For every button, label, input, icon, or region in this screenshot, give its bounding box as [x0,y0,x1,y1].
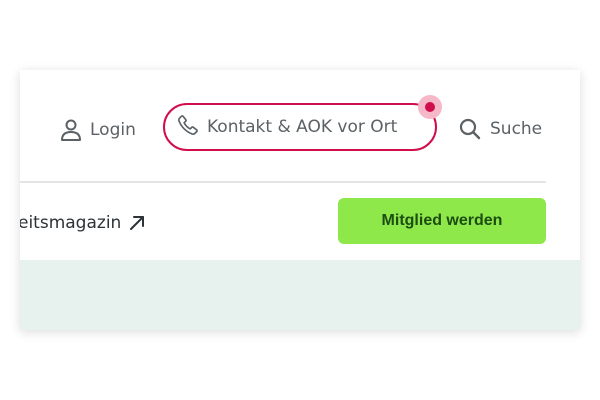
contact-button[interactable]: Kontakt & AOK vor Ort [163,103,437,151]
magazin-label: eitsmagazin [20,213,122,233]
login-link[interactable]: Login [60,117,136,143]
magazin-link[interactable]: eitsmagazin [20,213,145,233]
person-icon [60,118,82,142]
notification-dot [425,102,435,112]
search-link[interactable]: Suche [458,116,542,142]
content-band [20,260,580,330]
phone-icon [177,114,199,141]
secondary-navigation: eitsmagazin Mitglied werden [20,183,580,260]
become-member-button[interactable]: Mitglied werden [338,198,546,244]
contact-label: Kontakt & AOK vor Ort [207,117,398,137]
top-navigation: Login Kontakt & AOK vor Ort Suche [20,70,580,183]
search-icon [458,117,482,141]
login-label: Login [90,120,136,140]
search-label: Suche [490,119,543,139]
external-arrow-icon [121,215,145,231]
header-card: Login Kontakt & AOK vor Ort Suche eitsma… [20,70,580,330]
